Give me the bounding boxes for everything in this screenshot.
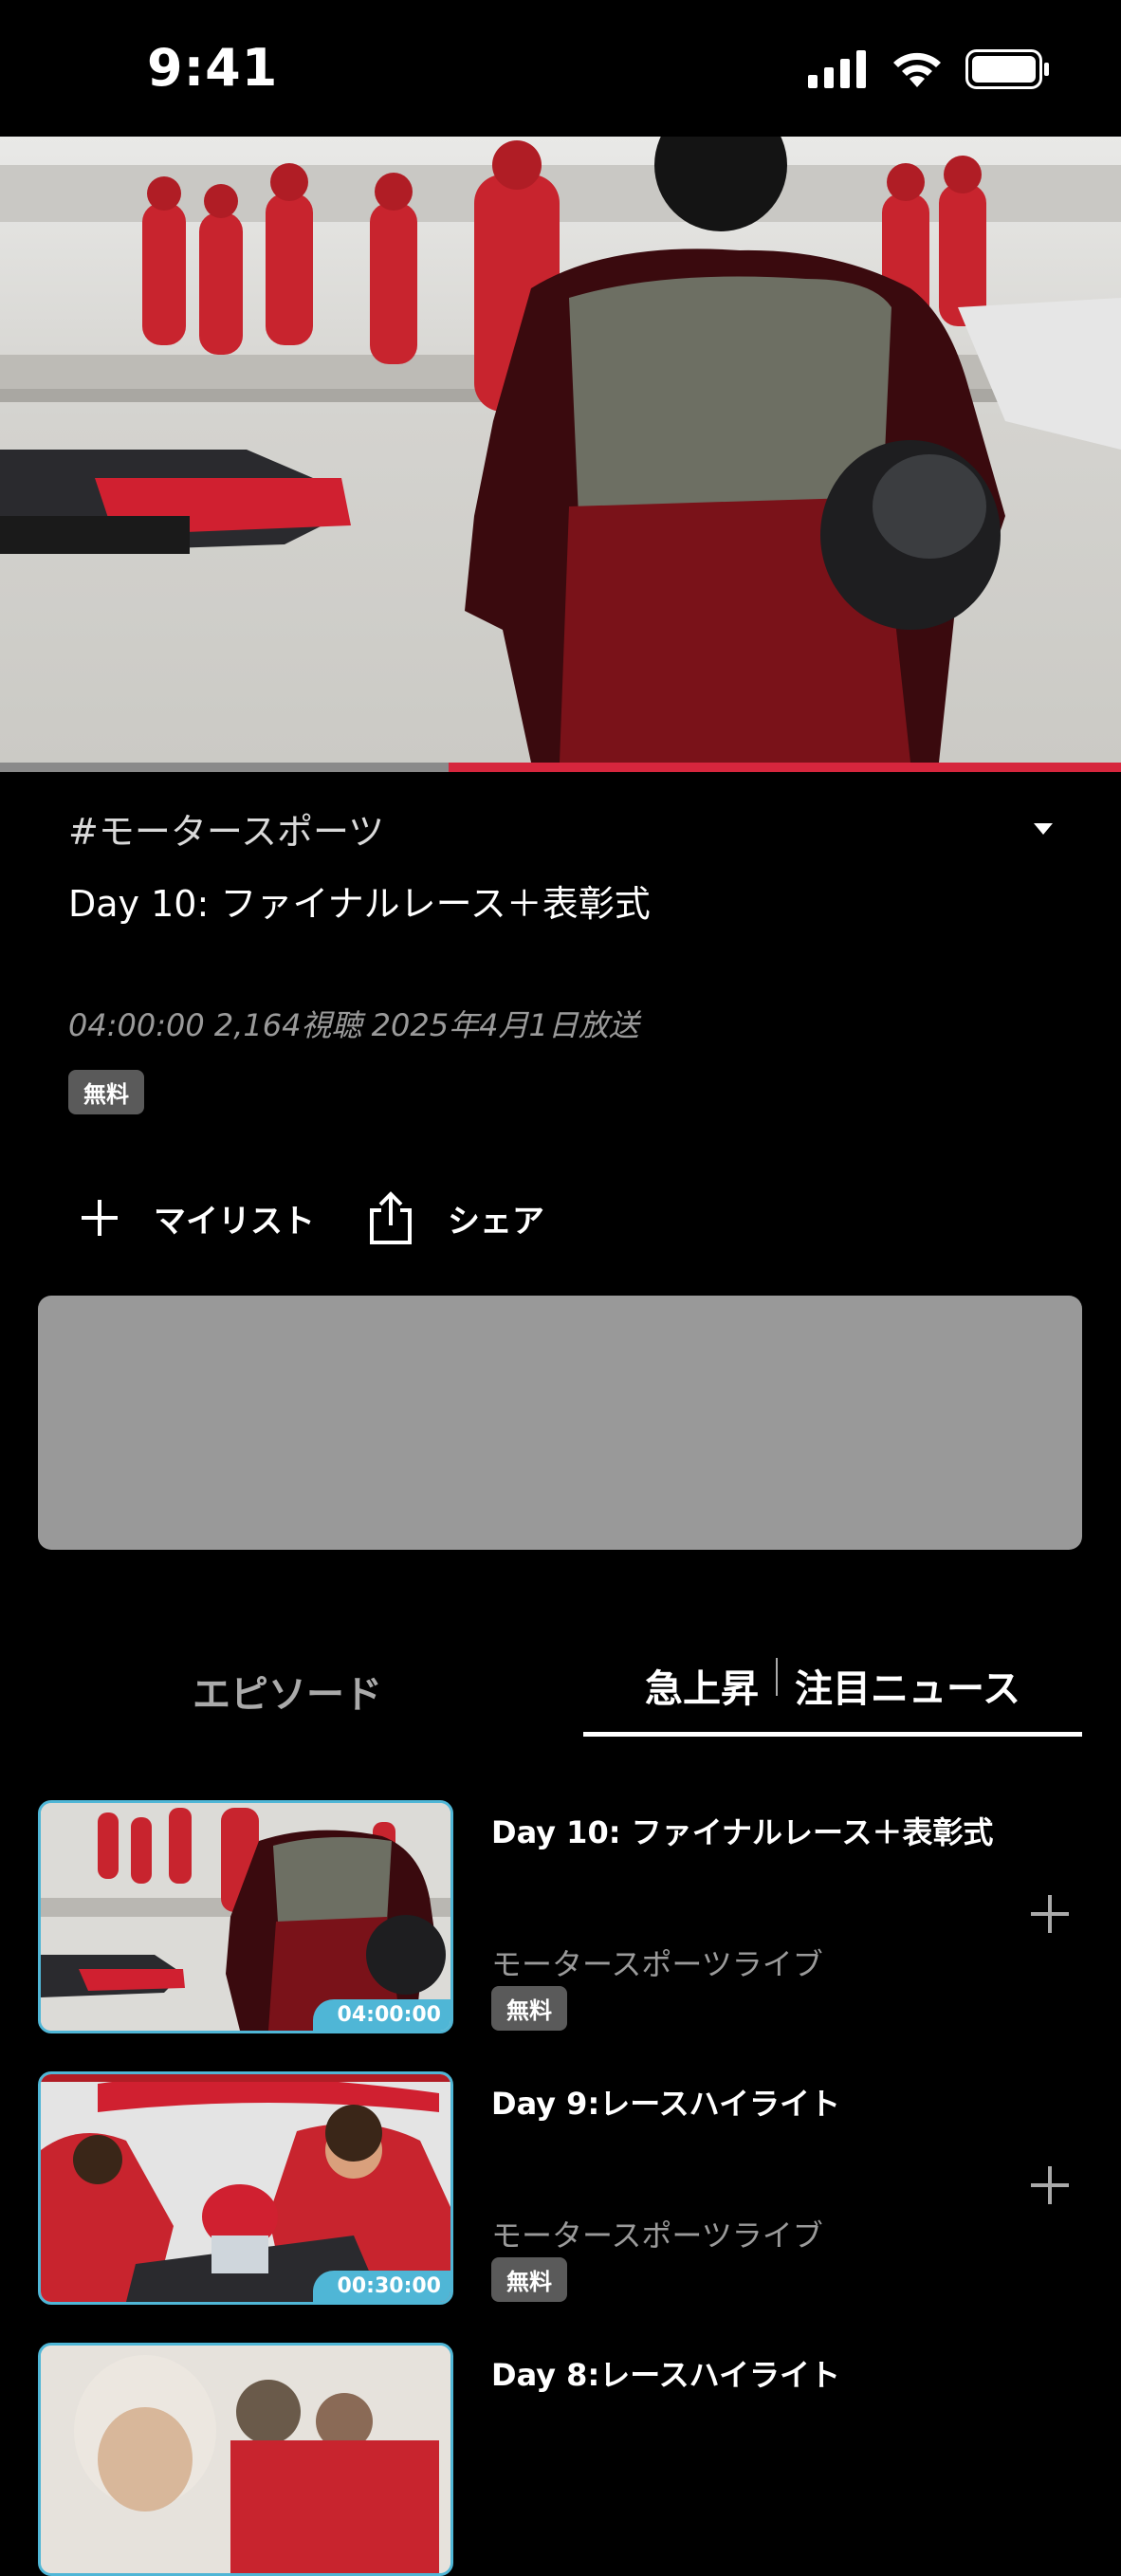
program-meta: 04:00:00 2,164視聴 2025年4月1日放送: [68, 1007, 639, 1043]
thumbnail-image: [41, 2074, 450, 2302]
tab-separator: [776, 1658, 778, 1696]
episode-thumbnail[interactable]: 04:00:00: [38, 1800, 453, 2033]
episode-title: Day 8:レースハイライト: [491, 2357, 840, 2393]
program-title: Day 10: ファイナルレース＋表彰式: [68, 883, 651, 925]
episode-subtitle: モータースポーツライブ: [491, 1946, 823, 1982]
tab-episodes[interactable]: エピソード: [38, 1650, 537, 1736]
mylist-button[interactable]: マイリスト: [80, 1195, 315, 1242]
tab-rising-label: 急上昇: [645, 1667, 759, 1711]
status-icons: [808, 49, 1051, 89]
status-time: 9:41: [147, 38, 279, 98]
hero-image: [0, 137, 1121, 763]
plus-icon: [82, 1200, 118, 1236]
episode-thumbnail[interactable]: [38, 2343, 453, 2576]
episode-duration: 00:30:00: [312, 2271, 450, 2302]
tab-episodes-label: エピソード: [193, 1673, 382, 1717]
battery-icon: [965, 49, 1049, 89]
content-tabs: エピソード 急上昇 注目ニュース: [38, 1650, 1082, 1737]
episode-item[interactable]: Day 8:レースハイライト: [38, 2343, 1082, 2576]
chevron-down-icon[interactable]: [1034, 823, 1053, 835]
episode-item[interactable]: 04:00:00 Day 10: ファイナルレース＋表彰式 モータースポーツライ…: [38, 1800, 1082, 2033]
share-label: シェア: [448, 1202, 544, 1241]
thumbnail-image: [41, 1803, 450, 2031]
share-icon: [370, 1191, 412, 1244]
tab-rising-news[interactable]: 急上昇 注目ニュース: [583, 1650, 1082, 1736]
ad-banner-placeholder[interactable]: [38, 1296, 1082, 1550]
episode-item[interactable]: 00:30:00 Day 9:レースハイライト モータースポーツライブ 無料: [38, 2071, 1082, 2305]
share-button[interactable]: シェア: [368, 1191, 544, 1244]
episode-subtitle: モータースポーツライブ: [491, 2217, 823, 2254]
add-to-mylist-plus-icon[interactable]: [1029, 1893, 1071, 1935]
free-badge: 無料: [491, 2257, 567, 2302]
episode-title: Day 10: ファイナルレース＋表彰式: [491, 1814, 994, 1850]
free-badge: 無料: [68, 1070, 144, 1114]
wifi-icon: [893, 52, 941, 87]
mylist-label: マイリスト: [154, 1202, 315, 1241]
playback-progress-fill: [448, 763, 1121, 772]
cellular-signal-icon: [808, 50, 866, 88]
add-to-mylist-plus-icon[interactable]: [1029, 2164, 1071, 2206]
free-badge: 無料: [491, 1986, 567, 2031]
playback-progress-bar[interactable]: [0, 763, 1121, 772]
tab-news-label: 注目ニュース: [795, 1667, 1020, 1711]
episode-duration: 04:00:00: [312, 1999, 450, 2031]
video-player[interactable]: [0, 137, 1121, 763]
action-row: マイリスト シェア: [80, 1191, 597, 1244]
genre-tag[interactable]: #モータースポーツ: [68, 802, 384, 855]
status-bar: 9:41: [0, 0, 1121, 137]
thumbnail-image: [41, 2346, 450, 2573]
active-tab-indicator: [583, 1732, 1082, 1737]
episode-title: Day 9:レースハイライト: [491, 2086, 840, 2122]
episode-thumbnail[interactable]: 00:30:00: [38, 2071, 453, 2305]
